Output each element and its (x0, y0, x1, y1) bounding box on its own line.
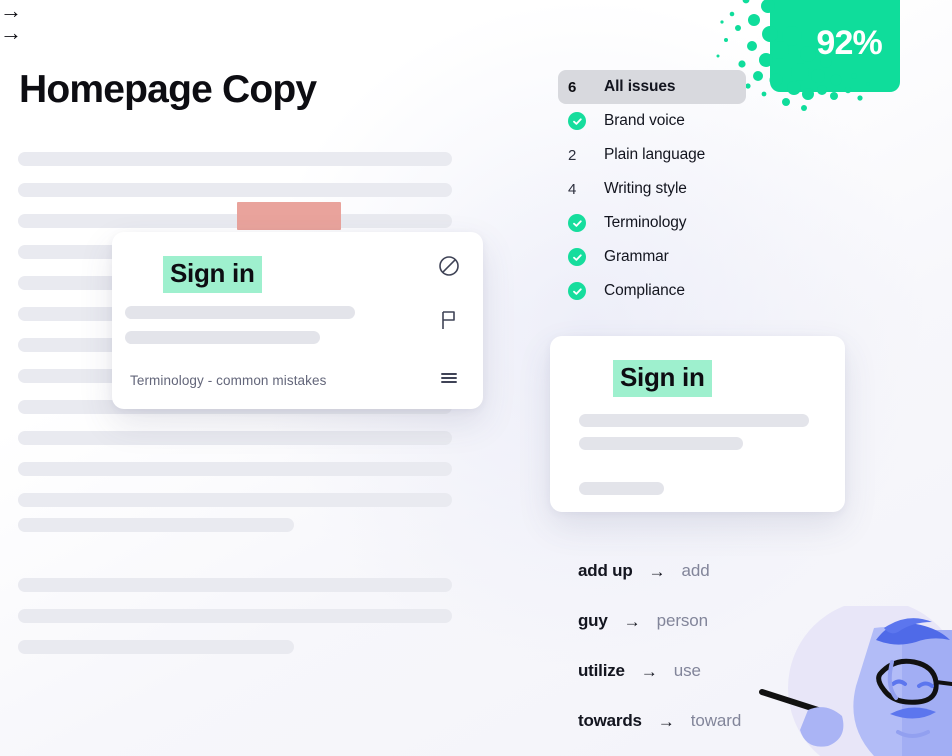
issue-label: Plain language (604, 146, 706, 163)
preview-replacement-text[interactable]: Sign in (613, 360, 712, 397)
suggestion-replacement-text[interactable]: Sign in (163, 256, 262, 293)
word-pair-from: utilize (578, 661, 625, 680)
document-text-line (18, 518, 294, 532)
word-pair-arrow-icon: → (657, 711, 675, 731)
word-pair-arrow-icon: → (623, 611, 641, 631)
document-text-line (18, 493, 452, 507)
word-pair-row[interactable]: add up → add (578, 546, 878, 596)
word-pair-from: guy (578, 611, 608, 630)
issue-label: Writing style (604, 180, 687, 197)
document-text-line (18, 431, 452, 445)
document-text-line (18, 214, 452, 228)
document-text-line (18, 152, 452, 166)
issue-row-grammar[interactable]: Grammar (558, 240, 758, 274)
check-circle-icon (568, 282, 586, 300)
prohibit-icon[interactable] (437, 254, 461, 278)
issue-row-writing-style[interactable]: 4 Writing style (558, 172, 758, 206)
document-text-line (18, 640, 294, 654)
check-circle-icon (568, 214, 586, 232)
app-canvas: Homepage Copy 92% 6 All issues Brand voi… (0, 0, 952, 756)
issue-row-compliance[interactable]: Compliance (558, 274, 758, 308)
score-value: 92% (816, 24, 882, 62)
hamburger-menu-icon[interactable] (437, 366, 461, 390)
issue-label: Terminology (604, 214, 687, 231)
word-pair-from: add up (578, 561, 633, 580)
word-pair-from: towards (578, 711, 642, 730)
card-placeholder-line (579, 437, 743, 450)
issue-label: Grammar (604, 248, 669, 265)
suggestion-category-caption: Terminology - common mistakes (130, 373, 327, 388)
issues-list: 6 All issues Brand voice 2 Plain language 4 Wr… (558, 70, 758, 308)
issue-row-plain-language[interactable]: 2 Plain language (558, 138, 758, 172)
error-highlight-marker[interactable] (237, 202, 341, 230)
issue-row-terminology[interactable]: Terminology (558, 206, 758, 240)
issue-count: 2 (568, 146, 577, 164)
card-placeholder-line (579, 414, 809, 427)
document-text-line (18, 609, 452, 623)
word-pair-arrow-icon: → (648, 561, 666, 581)
document-text-line (18, 462, 452, 476)
flag-icon[interactable] (437, 308, 461, 332)
issue-label: Compliance (604, 282, 685, 299)
issue-row-all-issues[interactable]: 6 All issues (558, 70, 746, 104)
document-text-line (18, 183, 452, 197)
issue-row-brand-voice[interactable]: Brand voice (558, 104, 758, 138)
card-placeholder-line (125, 306, 355, 319)
word-pair-to: use (673, 661, 701, 680)
issue-label: All issues (604, 78, 676, 95)
issue-label: Brand voice (604, 112, 685, 129)
card-placeholder-line (579, 482, 664, 495)
issue-count: 4 (568, 180, 577, 198)
word-pair-to: toward (690, 711, 742, 730)
word-pair-arrow-icon: → (640, 661, 658, 681)
score-badge: 92% (716, 0, 900, 111)
issue-count: 6 (568, 78, 577, 96)
check-circle-icon (568, 248, 586, 266)
page-title: Homepage Copy (19, 68, 317, 111)
person-with-pointer-illustration (756, 606, 952, 756)
word-pair-to: person (656, 611, 709, 630)
document-text-line (18, 578, 452, 592)
card-placeholder-line (125, 331, 320, 344)
word-pair-to: add (681, 561, 710, 580)
check-circle-icon (568, 112, 586, 130)
